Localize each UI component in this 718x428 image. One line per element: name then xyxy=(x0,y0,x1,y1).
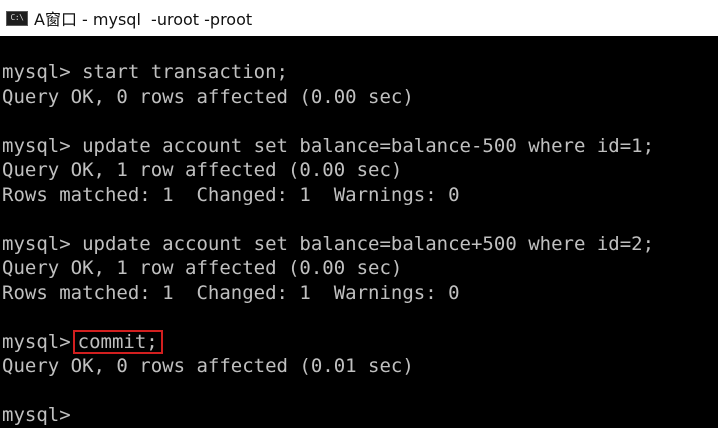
console-line: mysql> start transaction; xyxy=(2,61,288,83)
console-line: Rows matched: 1 Changed: 1 Warnings: 0 xyxy=(2,281,460,304)
command-prompt-icon: C:\ xyxy=(6,10,28,26)
console-line: Rows matched: 1 Changed: 1 Warnings: 0 xyxy=(2,183,460,206)
console-line: mysql> update account set balance=balanc… xyxy=(2,134,655,157)
console-line: Query OK, 1 row affected (0.00 sec) xyxy=(2,257,403,279)
console-output[interactable]: mysql> start transaction; Query OK, 0 ro… xyxy=(0,36,718,428)
console-line: Query OK, 0 rows affected (0.01 sec) xyxy=(2,355,414,377)
console-prompt: mysql> xyxy=(2,330,71,353)
commit-command-line: mysql> commit; xyxy=(2,329,718,355)
console-line: Query OK, 1 row affected (0.00 sec) xyxy=(2,159,403,181)
console-line: mysql> update account set balance=balanc… xyxy=(2,232,655,255)
command-prompt-icon-text: C:\ xyxy=(10,13,24,22)
window-title-bar: C:\ A窗口 - mysql -uroot -proot xyxy=(0,0,718,36)
console-line: Query OK, 0 rows affected (0.00 sec) xyxy=(2,85,414,108)
window-title: A窗口 - mysql -uroot -proot xyxy=(34,10,253,29)
console-prompt-line: mysql> xyxy=(2,404,71,426)
commit-command-highlight: commit; xyxy=(72,329,163,354)
